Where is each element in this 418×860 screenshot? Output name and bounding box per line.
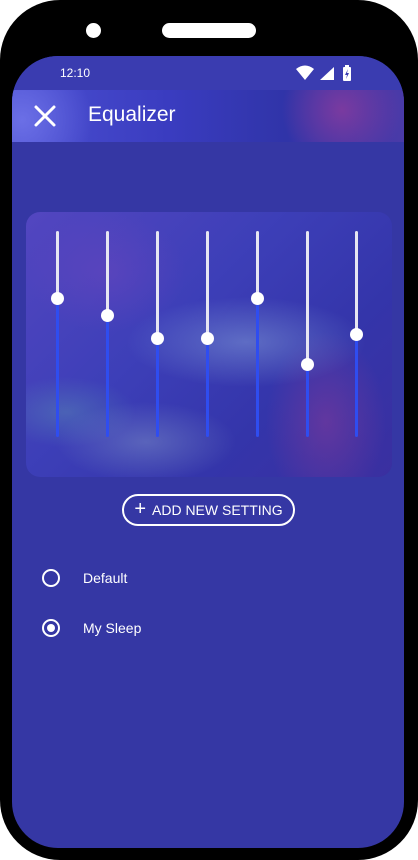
radio-selected-dot: [47, 624, 55, 632]
eq-slider-knob[interactable]: [50, 292, 64, 306]
preset-label: Default: [83, 570, 128, 586]
eq-track-inactive: [105, 231, 109, 316]
eq-slider-knob[interactable]: [100, 308, 114, 322]
add-new-setting-label: ADD NEW SETTING: [152, 502, 283, 518]
phone-frame: 12:10 Equalizer + ADD NEW SETTING Defaul…: [0, 0, 418, 860]
preset-default[interactable]: Default: [42, 568, 127, 588]
status-icons: [296, 65, 351, 81]
page-title: Equalizer: [88, 103, 176, 126]
eq-slider-knob[interactable]: [200, 331, 214, 345]
radio-my-sleep[interactable]: [42, 619, 60, 637]
preset-my-sleep[interactable]: My Sleep: [42, 618, 141, 638]
preset-label: My Sleep: [83, 620, 142, 636]
eq-track-inactive: [205, 231, 209, 339]
eq-slider-knob[interactable]: [250, 292, 264, 306]
eq-track-inactive: [255, 231, 259, 299]
app-bar: Equalizer: [12, 90, 404, 142]
eq-track-inactive: [305, 231, 309, 365]
radio-default[interactable]: [42, 569, 60, 587]
eq-track-inactive: [155, 231, 159, 339]
eq-slider-knob[interactable]: [300, 358, 314, 372]
eq-slider-knob[interactable]: [349, 327, 363, 341]
status-time: 12:10: [60, 66, 91, 80]
eq-track-active: [305, 364, 309, 437]
equalizer-panel: [26, 212, 392, 477]
add-new-setting-button[interactable]: + ADD NEW SETTING: [122, 494, 295, 526]
eq-track-active: [255, 298, 259, 437]
eq-slider-knob[interactable]: [150, 331, 164, 345]
eq-track-active: [354, 334, 358, 437]
cellular-signal-icon: [320, 67, 334, 80]
eq-track-active: [155, 338, 159, 437]
close-icon[interactable]: [32, 103, 58, 129]
front-camera: [86, 23, 101, 38]
earpiece-speaker: [162, 23, 256, 38]
eq-track-active: [205, 338, 209, 437]
eq-track-inactive: [55, 231, 59, 299]
status-bar: 12:10: [12, 56, 404, 90]
plus-icon: +: [134, 498, 146, 520]
wifi-icon: [296, 65, 314, 80]
eq-track-active: [105, 315, 109, 437]
eq-track-active: [55, 298, 59, 437]
battery-charging-icon: [343, 65, 351, 81]
eq-track-inactive: [354, 231, 358, 334]
screen: 12:10 Equalizer + ADD NEW SETTING Defaul…: [12, 56, 404, 848]
